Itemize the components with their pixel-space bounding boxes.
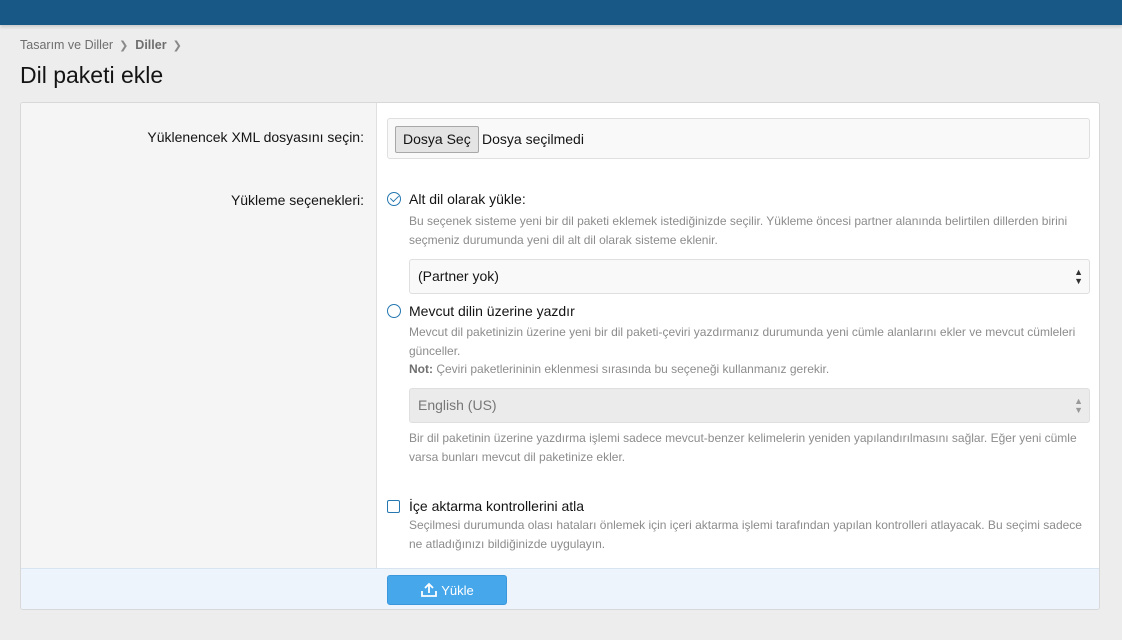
skip-checks-label: İçe aktarma kontrollerini atla — [409, 498, 585, 514]
radio-checked-icon[interactable] — [387, 192, 401, 206]
overwrite-hint-text: Mevcut dil paketinizin üzerine yeni bir … — [409, 325, 1076, 358]
import-form: Yüklenencek XML dosyasını seçin: Yükleme… — [20, 102, 1100, 610]
overwrite-note-text: Çeviri paketlerininin eklenmesi sırasınd… — [436, 362, 830, 376]
form-footer: Yükle — [21, 568, 1099, 609]
skip-checks-hint: Seçilmesi durumunda olası hataları önlem… — [409, 518, 1082, 551]
breadcrumb-item-languages[interactable]: Diller — [135, 38, 166, 52]
partner-select-value: (Partner yok) — [418, 268, 499, 284]
chevron-right-icon: ❯ — [172, 39, 182, 52]
child-language-label: Alt dil olarak yükle: — [409, 191, 526, 207]
upload-button[interactable]: Yükle — [387, 575, 507, 605]
breadcrumb-item-appearance[interactable]: Tasarım ve Diller — [20, 38, 113, 52]
child-language-option[interactable]: Alt dil olarak yükle: — [387, 191, 526, 207]
overwrite-hint: Mevcut dil paketinizin üzerine yeni bir … — [409, 323, 1095, 379]
file-status: Dosya seçilmedi — [482, 131, 584, 147]
overwrite-hint-2: Bir dil paketinin üzerine yazdırma işlem… — [409, 431, 1077, 464]
top-navigation-bar — [0, 0, 1122, 25]
radio-unchecked-icon[interactable] — [387, 304, 401, 318]
skip-checks-option[interactable]: İçe aktarma kontrollerini atla — [387, 498, 584, 514]
upload-label: Yüklenencek XML dosyasını seçin: — [147, 129, 364, 145]
child-language-hint: Bu seçenek sisteme yeni bir dil paketi e… — [409, 214, 1068, 247]
partner-select[interactable]: (Partner yok) ▲ ▼ — [409, 259, 1090, 294]
overwrite-select-value: English (US) — [418, 397, 497, 413]
breadcrumb: Tasarım ve Diller ❯ Diller ❯ — [20, 38, 189, 52]
overwrite-note-label: Not: — [409, 362, 433, 376]
checkbox-icon[interactable] — [387, 499, 400, 513]
overwrite-label: Mevcut dilin üzerine yazdır — [409, 303, 575, 319]
select-arrows-icon: ▲ ▼ — [1074, 395, 1083, 415]
chevron-right-icon: ❯ — [119, 39, 129, 52]
overwrite-option[interactable]: Mevcut dilin üzerine yazdır — [387, 303, 575, 319]
page-title: Dil paketi ekle — [20, 62, 164, 88]
upload-button-label: Yükle — [441, 582, 474, 598]
choose-file-button[interactable]: Dosya Seç — [395, 126, 479, 153]
options-label: Yükleme seçenekleri: — [230, 192, 364, 208]
overwrite-language-select: English (US) ▲ ▼ — [409, 388, 1090, 423]
select-arrows-icon: ▲ ▼ — [1074, 266, 1083, 286]
upload-icon — [421, 582, 438, 597]
file-upload-field: Dosya Seç Dosya seçilmedi — [387, 118, 1090, 159]
label-column: Yüklenencek XML dosyasını seçin: Yükleme… — [21, 103, 377, 568]
